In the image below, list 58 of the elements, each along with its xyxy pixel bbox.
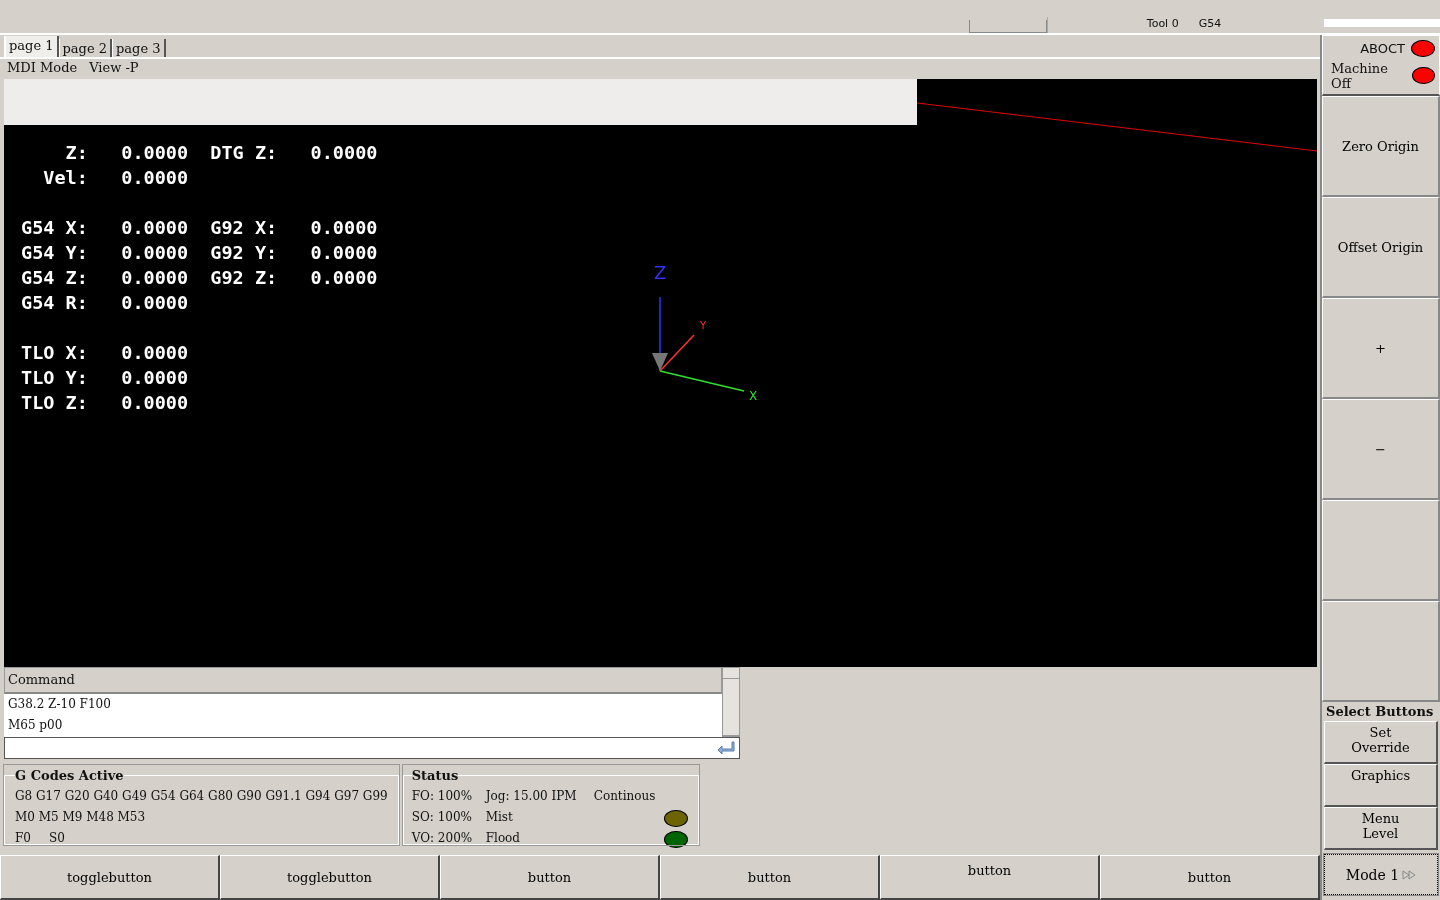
bottom-button[interactable]: togglebutton: [220, 855, 440, 900]
blank-button[interactable]: [1322, 601, 1440, 702]
dro-readout: Vel: 0.0000: [42, 166, 189, 190]
state-label: ABOCT: [1360, 40, 1405, 56]
velocity-override: VO: 200%: [411, 830, 474, 847]
select-button[interactable]: Menu Level: [1324, 807, 1438, 850]
blank-button[interactable]: [1322, 500, 1440, 601]
dro-readout: G54 Z: 0.0000 G92 Z: 0.0000: [21, 266, 378, 290]
offset-label: G54: [1198, 17, 1222, 32]
y-axis-label: Y: [700, 320, 707, 331]
page-tab[interactable]: page 3: [112, 39, 166, 57]
side-button[interactable]: Offset Origin: [1322, 197, 1440, 298]
bottom-button[interactable]: togglebutton: [0, 855, 220, 900]
speed-value: S0: [48, 830, 65, 847]
bottom-button[interactable]: button: [1100, 855, 1320, 900]
jog-rate: Jog: 15.00 IPM: [485, 788, 578, 805]
feed-override: FO: 100%: [411, 788, 474, 805]
side-button[interactable]: +: [1322, 298, 1440, 399]
feed-value: F0: [15, 830, 31, 847]
mode-button[interactable]: Mode 1: [1324, 854, 1438, 895]
select-buttons-title: Select Buttons: [1325, 703, 1435, 721]
bottom-button[interactable]: button: [440, 855, 660, 900]
command-input-field[interactable]: [4, 737, 740, 759]
state-label: Machine Off: [1331, 60, 1389, 91]
dro-readout: TLO Z: 0.0000: [21, 391, 189, 415]
spindle-override: SO: 100%: [411, 809, 473, 826]
dro-readout: TLO Y: 0.0000: [21, 366, 189, 390]
page-tab[interactable]: page 2: [58, 39, 112, 57]
dro-readout: Z: 0.0000 DTG Z: 0.0000: [64, 141, 378, 165]
gcodes-title: G Codes Active: [15, 767, 124, 785]
dro-readout: TLO X: 0.0000: [21, 341, 189, 365]
select-button[interactable]: Set Override: [1324, 721, 1438, 764]
dro-readout: G54 R: 0.0000: [21, 291, 189, 315]
x-axis-label: X: [749, 389, 758, 403]
top-field[interactable]: [1324, 19, 1440, 27]
indicator-label: Flood: [485, 830, 521, 847]
enter-icon[interactable]: [717, 741, 735, 755]
z-axis-label: Z: [654, 262, 667, 283]
tool-label: Tool 0: [1146, 17, 1179, 32]
dro-readout: G54 Y: 0.0000 G92 Y: 0.0000: [21, 241, 378, 265]
side-button[interactable]: −: [1322, 399, 1440, 500]
bottom-button[interactable]: button: [880, 855, 1100, 900]
menu-item[interactable]: View -P: [89, 60, 139, 78]
bottom-button[interactable]: button: [660, 855, 880, 900]
side-button[interactable]: Zero Origin: [1322, 96, 1440, 197]
double-arrow-icon: [1402, 869, 1417, 880]
status-title: Status: [411, 767, 459, 785]
gcode-list: M0 M5 M9 M48 M53: [15, 807, 146, 828]
select-button[interactable]: Graphics: [1324, 764, 1438, 807]
history-line[interactable]: M65 p00: [8, 715, 63, 736]
page-tab[interactable]: page 1: [4, 36, 59, 57]
indicator-label: Mist: [485, 809, 514, 826]
gcode-list: G8 G17 G20 G40 G49 G54 G64 G80 G90 G91.1 G94 G97 G99: [15, 786, 388, 807]
history-line[interactable]: G38.2 Z-10 F100: [8, 694, 111, 715]
scrollbar[interactable]: [722, 667, 740, 737]
dro-readout: G54 X: 0.0000 G92 X: 0.0000: [21, 216, 378, 240]
jog-mode: Continous: [593, 788, 657, 805]
menu-item[interactable]: MDI Mode: [7, 60, 78, 78]
